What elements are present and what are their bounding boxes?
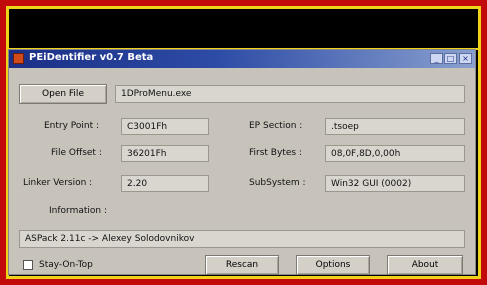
maximize-icon: □ — [446, 54, 455, 63]
about-button[interactable]: About — [387, 255, 463, 275]
ep-section-field[interactable]: .tsoep — [325, 118, 465, 135]
maximize-button[interactable]: □ — [444, 53, 457, 64]
window-title: PEiDentifier v0.7 Beta — [29, 52, 154, 63]
black-header-band — [9, 9, 478, 48]
minimize-button[interactable]: _ — [430, 53, 443, 64]
subsystem-label: SubSystem : — [249, 178, 306, 188]
information-label: Information : — [49, 206, 107, 216]
file-path-field[interactable]: 1DProMenu.exe — [115, 85, 465, 103]
stay-on-top-checkbox[interactable] — [23, 260, 33, 270]
rescan-button[interactable]: Rescan — [205, 255, 279, 275]
options-button[interactable]: Options — [296, 255, 370, 275]
stay-on-top-label: Stay-On-Top — [39, 260, 93, 270]
title-bar[interactable]: PEiDentifier v0.7 Beta _ □ × — [9, 50, 475, 68]
linker-version-field[interactable]: 2.20 — [121, 175, 209, 192]
information-field[interactable]: ASPack 2.11c -> Alexey Solodovnikov — [19, 230, 465, 248]
file-offset-field[interactable]: 36201Fh — [121, 145, 209, 162]
minimize-icon: _ — [434, 54, 439, 63]
first-bytes-label: First Bytes : — [249, 148, 302, 158]
subsystem-field[interactable]: Win32 GUI (0002) — [325, 175, 465, 192]
file-offset-label: File Offset : — [51, 148, 102, 158]
entry-point-label: Entry Point : — [44, 121, 100, 131]
app-icon — [13, 53, 24, 64]
close-button[interactable]: × — [459, 53, 472, 64]
linker-version-label: Linker Version : — [23, 178, 93, 188]
entry-point-field[interactable]: C3001Fh — [121, 118, 209, 135]
open-file-button[interactable]: Open File — [19, 84, 107, 104]
close-icon: × — [462, 54, 469, 63]
app-window: PEiDentifier v0.7 Beta _ □ × Open File 1… — [8, 49, 476, 275]
ep-section-label: EP Section : — [249, 121, 303, 131]
first-bytes-field[interactable]: 08,0F,8D,0,00h — [325, 145, 465, 162]
